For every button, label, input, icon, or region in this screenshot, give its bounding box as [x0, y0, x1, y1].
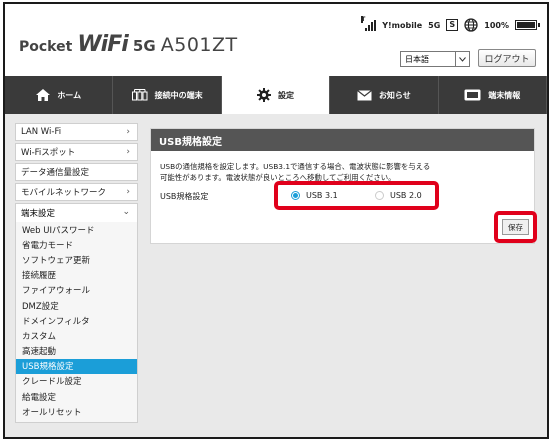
tab-settings-label: 設定 [277, 90, 294, 100]
chevron-down-icon: ⌄ [122, 207, 130, 217]
tab-device-info[interactable]: 端末情報 [439, 76, 547, 114]
sidebar-item-webui-password[interactable]: Web UIパスワード [16, 222, 137, 237]
sidebar-item-label: モバイルネットワーク [21, 188, 107, 198]
panel-title: USB規格設定 [151, 129, 534, 151]
sidebar-group-device-settings: 端末設定 ⌄ Web UIパスワード 省電力モード ソフトウェア更新 接続履歴 … [15, 203, 138, 424]
mail-icon [357, 89, 372, 100]
language-select[interactable]: 日本語 [400, 51, 470, 67]
tab-connected-devices-label: 接続中の端末 [154, 90, 203, 100]
sidebar-item-custom[interactable]: カスタム [16, 328, 137, 343]
tab-connected-devices[interactable]: 接続中の端末 [113, 76, 222, 114]
sidebar: LAN Wi-Fi › Wi-Fiスポット › データ通信量設定 モバイルネット… [15, 123, 138, 424]
signal-bars-icon: T [361, 15, 377, 31]
carrier-name: Y!mobile [382, 20, 423, 30]
sidebar-group-label: 端末設定 [21, 209, 56, 219]
battery-percent: 100% [484, 20, 509, 30]
logo-pocket: Pocket [19, 39, 73, 55]
sidebar-item-firewall[interactable]: ファイアウォール [16, 283, 137, 298]
radio-usb-2-0[interactable]: USB 2.0 [375, 191, 422, 200]
logo-model: A501ZT [160, 34, 238, 56]
sidebar-item-power-saving[interactable]: 省電力モード [16, 237, 137, 252]
chevron-right-icon: › [126, 147, 130, 157]
chevron-right-icon: › [126, 127, 130, 137]
sidebar-item-connection-history[interactable]: 接続履歴 [16, 268, 137, 283]
sidebar-item-data-usage[interactable]: データ通信量設定 [15, 163, 138, 181]
sidebar-item-domain-filter[interactable]: ドメインフィルタ [16, 313, 137, 328]
tab-home[interactable]: ホーム [5, 76, 114, 114]
usb-settings-panel: USB規格設定 USBの通信規格を設定します。USB3.1で通信する場合、電波状… [150, 128, 537, 244]
tab-notifications[interactable]: お知らせ [330, 76, 439, 114]
tab-device-info-label: 端末情報 [488, 90, 521, 100]
language-selected: 日本語 [405, 54, 429, 64]
devices-icon [131, 89, 148, 101]
radio-label: USB 2.0 [390, 191, 422, 200]
battery-icon [515, 20, 540, 30]
radio-unselected-icon [375, 191, 384, 200]
sidebar-item-label: LAN Wi-Fi [21, 127, 62, 137]
radio-label: USB 3.1 [306, 191, 338, 200]
logout-button[interactable]: ログアウト [478, 49, 536, 67]
brand-logo: Pocket WiFi 5G A501ZT [19, 32, 238, 57]
app-window: Pocket WiFi 5G A501ZT T Y!mobile 5G S 10… [3, 2, 549, 439]
sidebar-item-lan-wifi[interactable]: LAN Wi-Fi › [15, 123, 138, 141]
network-type: 5G [428, 20, 441, 30]
status-bar: T Y!mobile 5G S 100% [361, 15, 540, 32]
sidebar-item-dmz[interactable]: DMZ設定 [16, 298, 137, 313]
tab-notifications-label: お知らせ [378, 90, 411, 100]
sidebar-item-software-update[interactable]: ソフトウェア更新 [16, 252, 137, 267]
sim-badge: S [446, 19, 459, 31]
save-button[interactable]: 保存 [502, 219, 529, 235]
sidebar-item-usb-standard[interactable]: USB規格設定 [16, 358, 137, 374]
sidebar-item-cradle[interactable]: クレードル設定 [16, 374, 137, 389]
sidebar-group-header[interactable]: 端末設定 ⌄ [16, 204, 137, 222]
panel-description: USBの通信規格を設定します。USB3.1で通信する場合、電波状態に影響を与える… [160, 161, 460, 183]
chevron-right-icon: › [126, 187, 130, 197]
sidebar-item-all-reset[interactable]: オールリセット [16, 404, 137, 419]
sidebar-item-wifi-spot[interactable]: Wi-Fiスポット › [15, 143, 138, 161]
globe-icon [464, 18, 478, 32]
sidebar-item-label: データ通信量設定 [21, 168, 90, 178]
radio-usb-3-1[interactable]: USB 3.1 [291, 191, 338, 200]
main-nav: ホーム 接続中の端末 設定 お知らせ 端末情報 [5, 76, 547, 114]
device-info-icon [464, 89, 481, 101]
sidebar-item-label: Wi-Fiスポット [21, 148, 76, 158]
gear-icon [256, 88, 271, 102]
logo-5g: 5G [132, 37, 156, 55]
header: Pocket WiFi 5G A501ZT T Y!mobile 5G S 10… [5, 4, 547, 76]
usb-standard-label: USB規格設定 [160, 192, 209, 201]
chevron-down-icon [455, 52, 469, 66]
sidebar-item-power-supply[interactable]: 給電設定 [16, 389, 137, 404]
radio-selected-icon [291, 191, 300, 200]
home-icon [36, 89, 51, 101]
tab-settings[interactable]: 設定 [221, 76, 331, 114]
description-line: USBの通信規格を設定します。USB3.1で通信する場合、電波状態に影響を与える [160, 162, 431, 171]
logo-wifi: WiFi [77, 32, 128, 57]
tab-home-label: ホーム [57, 90, 82, 100]
sidebar-item-mobile-network[interactable]: モバイルネットワーク › [15, 183, 138, 201]
sidebar-item-fast-boot[interactable]: 高速起動 [16, 344, 137, 359]
